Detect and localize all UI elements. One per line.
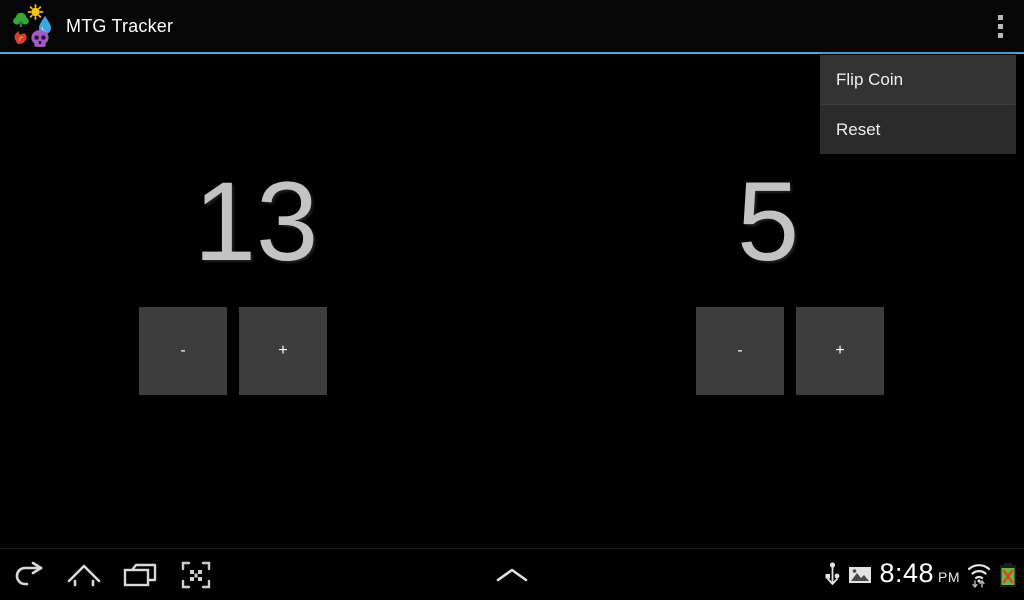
overflow-menu-icon[interactable] (976, 0, 1024, 52)
wifi-data-icon (967, 562, 991, 588)
battery-error-icon (998, 562, 1018, 588)
chevron-up-icon[interactable] (484, 549, 540, 600)
usb-icon (824, 562, 841, 588)
status-bar-clock: 8:48 PM (879, 557, 960, 591)
player-one-increment-button[interactable]: + (239, 307, 327, 395)
player-one-buttons: - + (0, 307, 512, 395)
menu-item-flip-coin[interactable]: Flip Coin (820, 55, 1016, 104)
back-arrow-icon[interactable] (0, 549, 56, 600)
player-two-buttons: - + (512, 307, 1024, 395)
overflow-dropdown-menu: Flip Coin Reset (820, 55, 1016, 154)
menu-item-label: Reset (836, 119, 881, 139)
image-icon (848, 565, 872, 585)
menu-item-label: Flip Coin (836, 69, 904, 89)
screenshot-icon[interactable] (168, 549, 224, 600)
home-icon[interactable] (56, 549, 112, 600)
overflow-dot (997, 14, 1003, 20)
player-one-life-total: 13 (193, 159, 319, 284)
android-screen: MTG Tracker Flip Coin Reset 13 - + 5 - +… (0, 0, 1024, 600)
clock-meridiem: PM (938, 568, 960, 585)
action-bar: MTG Tracker (0, 0, 1024, 52)
app-title: MTG Tracker (66, 15, 174, 36)
player-one-decrement-button[interactable]: - (139, 307, 227, 395)
overflow-dot (997, 32, 1003, 38)
player-two-decrement-button[interactable]: - (696, 307, 784, 395)
system-navigation-bar: 8:48 PM (0, 548, 1024, 600)
overflow-dot (997, 23, 1003, 29)
player-two-increment-button[interactable]: + (796, 307, 884, 395)
mtg-mana-symbols-icon (10, 4, 54, 48)
status-bar-icons: 8:48 PM (824, 549, 1018, 600)
player-one-panel: 13 - + (0, 54, 512, 546)
recent-apps-icon[interactable] (112, 549, 168, 600)
player-two-life-total: 5 (736, 159, 800, 284)
clock-time: 8:48 (879, 557, 934, 588)
menu-item-reset[interactable]: Reset (820, 105, 1016, 154)
